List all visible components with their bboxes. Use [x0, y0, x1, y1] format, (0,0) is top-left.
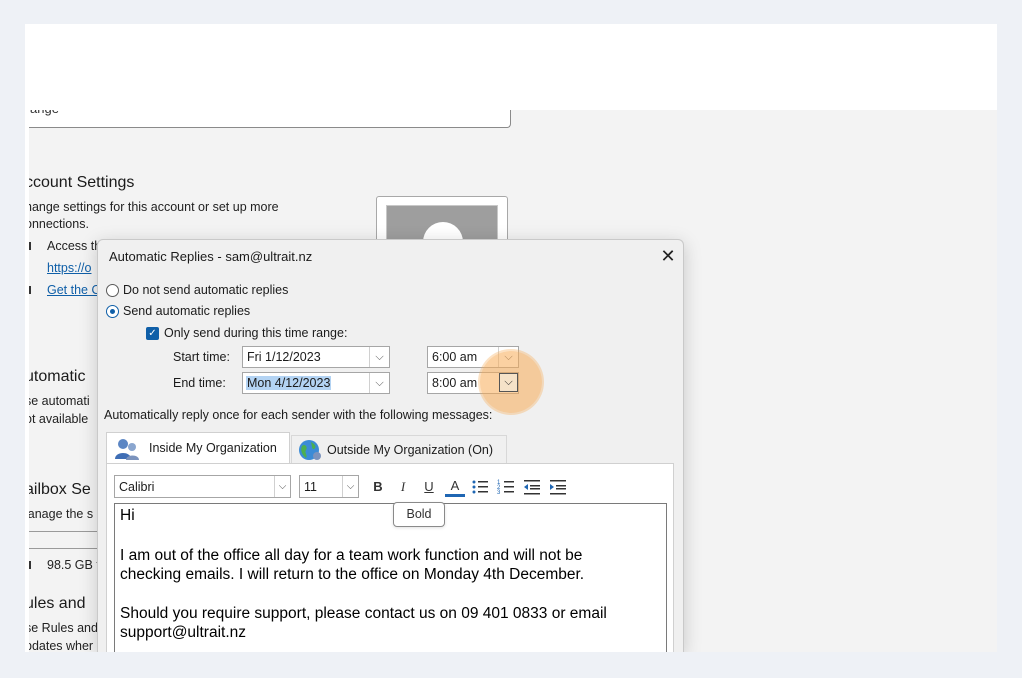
account-settings-desc-1: hange settings for this account or set u…: [29, 200, 279, 214]
owa-link[interactable]: https://o: [47, 261, 91, 275]
people-icon: [115, 439, 139, 460]
message-line: I am out of the office all day for a tea…: [120, 547, 583, 564]
mailbox-settings-heading: ailbox Se: [29, 481, 91, 498]
tab-outside-label: Outside My Organization (On): [327, 443, 494, 457]
close-icon[interactable]: ✕: [656, 244, 680, 268]
start-time-value: 6:00 am: [432, 350, 478, 364]
decrease-indent-icon[interactable]: [522, 477, 542, 497]
divider: [29, 531, 104, 532]
start-date-combo[interactable]: Fri 1/12/2023 ⌵: [242, 346, 390, 368]
rules-desc-2: pdates wher: [29, 639, 94, 652]
automatic-replies-desc-2: ot available: [29, 412, 89, 426]
send-replies-label[interactable]: Send automatic replies: [123, 304, 250, 318]
automatic-replies-desc-1: se automati: [29, 394, 90, 408]
font-size-combo[interactable]: 11 ⌵: [299, 475, 359, 498]
divider: [29, 548, 104, 549]
font-name-value: Calibri: [119, 480, 155, 494]
mailbox-size-text: 98.5 GB f: [47, 558, 100, 572]
get-outlook-link[interactable]: Get the O: [47, 283, 101, 297]
mailbox-settings-desc: lanage the s: [29, 507, 94, 521]
end-time-dropdown-chevron-down-icon[interactable]: ⌵: [499, 373, 518, 392]
font-name-combo[interactable]: Calibri ⌵: [114, 475, 291, 498]
account-settings-desc-2: onnections.: [29, 217, 89, 231]
instruction-text: Automatically reply once for each sender…: [104, 408, 493, 422]
message-line: Should you require support, please conta…: [120, 605, 607, 622]
chevron-down-icon[interactable]: ⌵: [369, 347, 389, 367]
time-range-checkbox[interactable]: ✓: [146, 327, 159, 340]
time-range-label[interactable]: Only send during this time range:: [164, 326, 347, 340]
font-size-value: 11: [304, 480, 317, 494]
globe-icon: [299, 440, 321, 460]
access-text: Access th: [47, 239, 102, 253]
start-date-value: Fri 1/12/2023: [247, 350, 321, 364]
chevron-down-icon[interactable]: ⌵: [274, 476, 290, 497]
end-date-combo[interactable]: Mon 4/12/2023 ⌵: [242, 372, 390, 394]
message-line: checking emails. I will return to the of…: [120, 566, 585, 583]
bold-tooltip: Bold: [393, 502, 445, 527]
bullet: [29, 286, 31, 294]
bullet: [29, 242, 31, 250]
italic-button[interactable]: I: [393, 477, 413, 497]
font-color-button[interactable]: A: [445, 477, 465, 497]
rules-desc-1: se Rules and: [29, 621, 98, 635]
message-line: Hi: [120, 507, 135, 524]
bullet-list-icon[interactable]: [470, 477, 490, 497]
tab-inside-label: Inside My Organization: [149, 441, 277, 455]
message-line: support@ultrait.nz: [120, 624, 247, 641]
end-time-value: 8:00 am: [432, 376, 478, 390]
bold-button[interactable]: B: [368, 477, 388, 497]
bullet: [29, 561, 31, 569]
tab-inside-organization[interactable]: Inside My Organization: [106, 432, 290, 463]
underline-button[interactable]: U: [419, 477, 439, 497]
do-not-send-label[interactable]: Do not send automatic replies: [123, 283, 288, 297]
start-time-label: Start time:: [173, 350, 230, 364]
end-date-value: Mon 4/12/2023: [246, 376, 332, 390]
automatic-replies-dialog: Automatic Replies - sam@ultrait.nz ✕ Do …: [97, 239, 684, 652]
tab-outside-organization[interactable]: Outside My Organization (On): [291, 435, 507, 463]
send-replies-radio[interactable]: [106, 305, 119, 318]
app-frame: ange ccount Settings hange settings for …: [25, 24, 997, 652]
chevron-down-icon[interactable]: ⌵: [342, 476, 358, 497]
svg-text:3: 3: [497, 490, 501, 496]
chevron-down-icon[interactable]: ⌵: [369, 373, 389, 393]
dialog-title: Automatic Replies - sam@ultrait.nz: [109, 249, 313, 264]
account-selector[interactable]: ange: [29, 110, 511, 128]
numbered-list-icon[interactable]: 1 2 3: [496, 477, 516, 497]
end-time-label: End time:: [173, 376, 226, 390]
increase-indent-icon[interactable]: [548, 477, 568, 497]
rules-heading: ules and: [29, 595, 86, 612]
automatic-replies-heading: utomatic: [29, 368, 86, 385]
do-not-send-radio[interactable]: [106, 284, 119, 297]
account-selector-text: ange: [30, 110, 59, 116]
account-settings-heading: ccount Settings: [29, 174, 135, 191]
message-editor[interactable]: Hi I am out of the office all day for a …: [114, 503, 667, 652]
